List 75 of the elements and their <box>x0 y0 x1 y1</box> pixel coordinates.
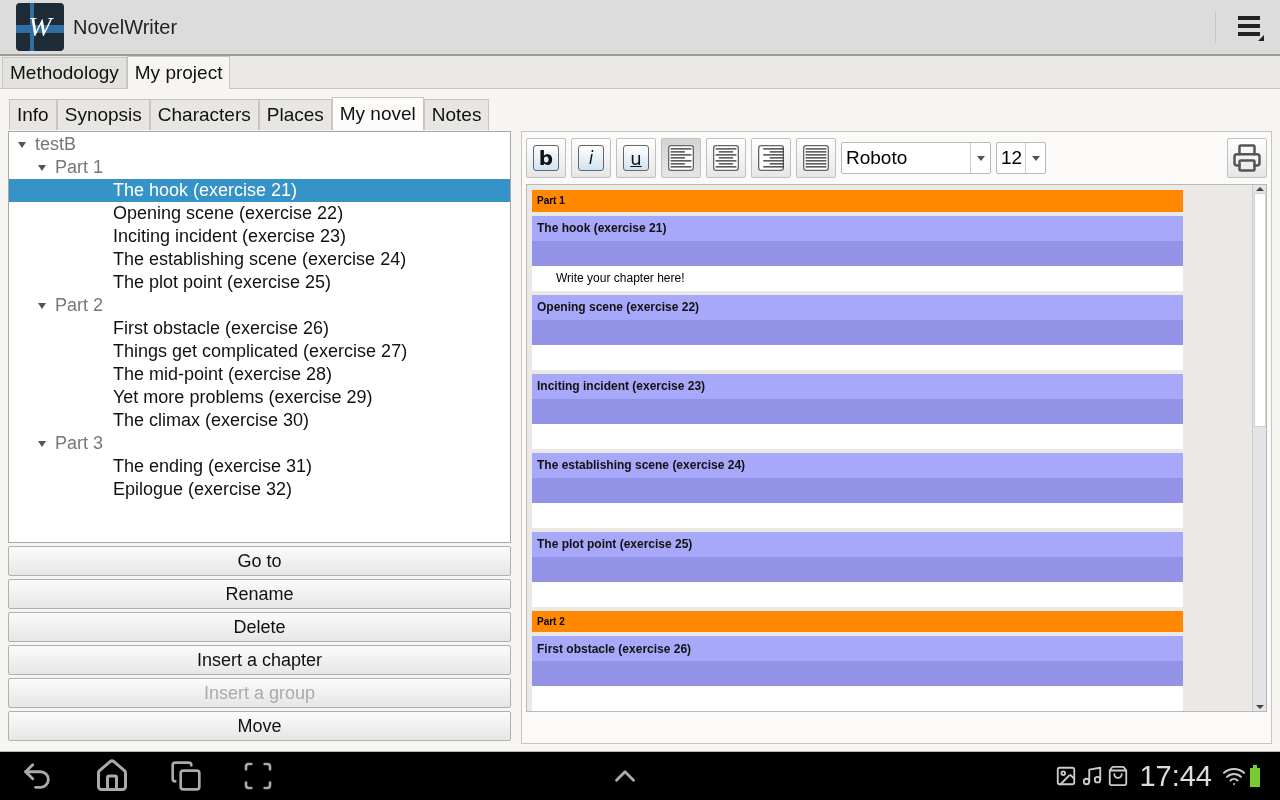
bag-icon <box>1107 765 1130 787</box>
action-button[interactable]: Insert a chapter <box>8 645 511 675</box>
caret-icon <box>1031 155 1040 161</box>
clock: 17:44 <box>1139 759 1212 793</box>
expanded-icon[interactable] <box>37 438 47 449</box>
menu-icon[interactable] <box>1236 13 1264 41</box>
chapter-title: The establishing scene (exercise 24) <box>532 452 1183 478</box>
chapter-title: The hook (exercise 21) <box>532 215 1183 241</box>
tree-item[interactable]: Opening scene (exercise 22) <box>9 202 510 225</box>
expanded-icon[interactable] <box>37 162 47 173</box>
underline-button[interactable]: u <box>616 138 656 178</box>
print-button[interactable] <box>1227 138 1267 178</box>
tree-item[interactable]: Yet more problems (exercise 29) <box>9 386 510 409</box>
music-icon <box>1081 765 1104 787</box>
recent-apps-icon[interactable] <box>170 760 202 792</box>
tab[interactable]: Notes <box>423 99 490 130</box>
chapter-title: Inciting incident (exercise 23) <box>532 373 1183 399</box>
caret-icon <box>976 155 985 161</box>
chapter-text-area[interactable] <box>532 344 1183 370</box>
part-heading: Part 2 <box>532 610 1183 632</box>
part-heading: Part 1 <box>532 190 1183 212</box>
action-button[interactable]: Go to <box>8 546 511 576</box>
chapter-text-area[interactable] <box>532 423 1183 449</box>
tree-item[interactable]: The ending (exercise 31) <box>9 455 510 478</box>
tree-item[interactable]: Epilogue (exercise 32) <box>9 478 510 501</box>
chapter-text-area[interactable] <box>532 502 1183 528</box>
tree-item[interactable]: Things get complicated (exercise 27) <box>9 340 510 363</box>
app-logo: W <box>16 3 64 51</box>
printer-icon <box>1232 143 1262 173</box>
align-left-icon <box>668 145 694 171</box>
align-center-button[interactable] <box>706 138 746 178</box>
tree-group-label[interactable]: Part 3 <box>55 433 104 454</box>
tab[interactable]: Characters <box>149 99 259 130</box>
tree-item[interactable]: First obstacle (exercise 26) <box>9 317 510 340</box>
tab[interactable]: Synopsis <box>56 99 150 130</box>
tree-item[interactable]: The climax (exercise 30) <box>9 409 510 432</box>
tree-item[interactable]: The plot point (exercise 25) <box>9 271 510 294</box>
tab[interactable]: My novel <box>331 97 424 130</box>
image-icon <box>1055 765 1078 787</box>
font-dropdown[interactable]: Roboto <box>841 142 991 174</box>
scrollbar[interactable] <box>1252 185 1266 711</box>
chapter-text-area[interactable] <box>532 581 1183 607</box>
chapter-title: First obstacle (exercise 26) <box>532 636 1183 661</box>
battery-icon <box>1250 765 1260 787</box>
align-left-button[interactable] <box>661 138 701 178</box>
tree-item[interactable]: The mid-point (exercise 28) <box>9 363 510 386</box>
action-button[interactable]: Move <box>8 711 511 741</box>
align-right-button[interactable] <box>751 138 791 178</box>
bold-button[interactable]: b <box>526 138 566 178</box>
scroll-down-icon[interactable] <box>1254 703 1265 711</box>
justify-icon <box>803 145 829 171</box>
tree-group-label[interactable]: Part 1 <box>55 157 104 178</box>
expanded-icon[interactable] <box>37 300 47 311</box>
home-icon[interactable] <box>94 758 130 794</box>
expanded-icon[interactable] <box>17 139 27 150</box>
tab[interactable]: My project <box>126 56 231 89</box>
italic-button[interactable]: i <box>571 138 611 178</box>
tab[interactable]: Places <box>258 99 332 130</box>
align-right-icon <box>758 145 784 171</box>
tree-group-label[interactable]: Part 2 <box>55 295 104 316</box>
tab[interactable]: Info <box>9 99 57 130</box>
action-button[interactable]: Rename <box>8 579 511 609</box>
chapter-title: The plot point (exercise 25) <box>532 531 1183 557</box>
align-center-icon <box>713 145 739 171</box>
chapter-text[interactable]: Write your chapter here! <box>532 265 1183 291</box>
tree-item[interactable]: Inciting incident (exercise 23) <box>9 225 510 248</box>
screenshot-icon[interactable] <box>242 760 274 792</box>
tree-group-label[interactable]: testB <box>35 134 77 155</box>
tree-item[interactable]: The establishing scene (exercise 24) <box>9 248 510 271</box>
chapter-title: Opening scene (exercise 22) <box>532 294 1183 320</box>
justify-button[interactable] <box>796 138 836 178</box>
app-title: NovelWriter <box>73 15 178 39</box>
size-dropdown[interactable]: 12 <box>996 142 1046 174</box>
action-button[interactable]: Delete <box>8 612 511 642</box>
tab[interactable]: Methodology <box>2 57 127 88</box>
